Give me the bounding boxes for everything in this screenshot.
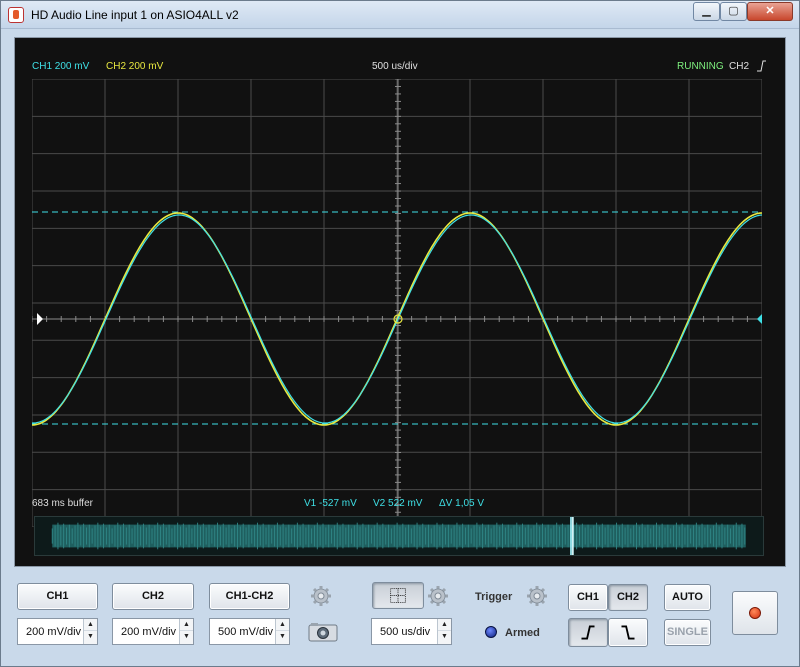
gear-icon[interactable] [427,585,449,607]
falling-edge-icon[interactable] [608,618,648,647]
ch1-scale-stepper[interactable]: 200 mV/div ▲ ▼ [17,618,98,645]
armed-indicator-led [485,626,497,638]
up-arrow-icon[interactable]: ▲ [276,619,289,631]
timebase-stepper[interactable]: 500 us/div ▲ ▼ [371,618,452,645]
stepper-arrows: ▲ ▼ [83,619,97,644]
buffer-label: 683 ms buffer [32,498,93,509]
single-button[interactable]: SINGLE [664,619,711,646]
trigger-ch1-button[interactable]: CH1 [568,584,608,611]
run-status: RUNNING [677,61,724,72]
ch1-ch2-button[interactable]: CH1-CH2 [209,583,290,610]
cursor-v1-readout: V1 -527 mV [304,498,357,509]
ch2-scale-label: CH2 200 mV [106,61,164,72]
java-app-icon [8,7,24,23]
close-button[interactable]: ✕ [747,2,793,21]
math-scale-stepper[interactable]: 500 mV/div ▲ ▼ [209,618,290,645]
record-button[interactable] [732,591,778,635]
ch2-scale-value: 200 mV/div [121,626,177,638]
stepper-arrows: ▲ ▼ [437,619,451,644]
timebase-value: 500 us/div [380,626,431,638]
trigger-label: Trigger [475,591,513,603]
buffer-overview[interactable] [34,516,764,556]
rising-edge-icon [757,60,766,72]
down-arrow-icon[interactable]: ▼ [180,631,193,643]
gear-icon[interactable] [310,585,332,607]
maximize-button[interactable]: ▢ [720,2,747,21]
ch1-button[interactable]: CH1 [17,583,98,610]
stepper-arrows: ▲ ▼ [275,619,289,644]
oscilloscope-display: CH1 200 mV CH2 200 mV 500 us/div RUNNING… [14,37,786,567]
trigger-source-label: CH2 [729,61,750,72]
minimize-button[interactable]: ▁ [693,2,720,21]
app-window: HD Audio Line input 1 on ASIO4ALL v2 ▁ ▢… [0,0,800,667]
armed-label: Armed [505,627,540,639]
title-bar: HD Audio Line input 1 on ASIO4ALL v2 ▁ ▢… [1,1,799,29]
ch2-scale-stepper[interactable]: 200 mV/div ▲ ▼ [112,618,194,645]
ground-marker-left[interactable] [37,313,43,325]
down-arrow-icon[interactable]: ▼ [84,631,97,643]
ground-marker-right[interactable] [757,313,762,325]
auto-button[interactable]: AUTO [664,584,711,611]
ch2-button[interactable]: CH2 [112,583,194,610]
cursor-delta-readout: ΔV 1,05 V [439,498,485,509]
trigger-ch2-button[interactable]: CH2 [608,584,648,611]
waveform-plot[interactable] [32,79,762,527]
stepper-arrows: ▲ ▼ [179,619,193,644]
grid-toggle-icon[interactable] [372,582,424,609]
cursor-v2-readout: V2 522 mV [373,498,423,509]
down-arrow-icon[interactable]: ▼ [276,631,289,643]
record-icon [749,607,761,619]
math-scale-value: 500 mV/div [218,626,274,638]
timebase-label: 500 us/div [372,61,418,72]
up-arrow-icon[interactable]: ▲ [84,619,97,631]
camera-icon[interactable] [308,621,338,643]
ch1-scale-label: CH1 200 mV [32,61,90,72]
window-title: HD Audio Line input 1 on ASIO4ALL v2 [31,8,239,22]
ch1-scale-value: 200 mV/div [26,626,82,638]
up-arrow-icon[interactable]: ▲ [180,619,193,631]
down-arrow-icon[interactable]: ▼ [438,631,451,643]
up-arrow-icon[interactable]: ▲ [438,619,451,631]
gear-icon[interactable] [526,585,548,607]
rising-edge-icon[interactable] [568,618,608,647]
